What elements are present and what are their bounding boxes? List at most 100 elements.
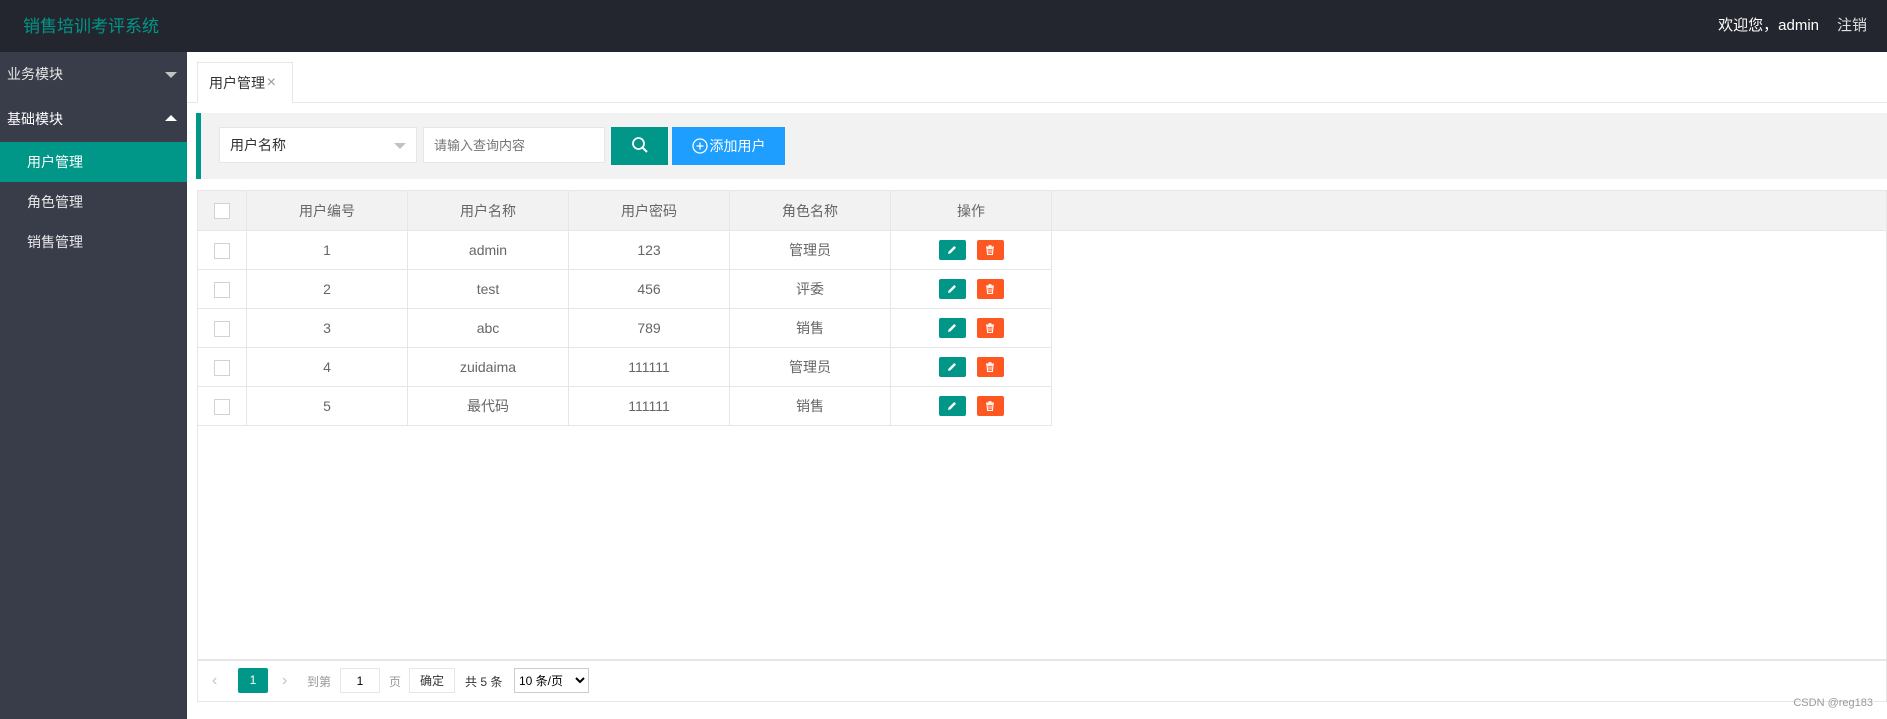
sidebar: 业务模块 基础模块 用户管理 角色管理 销售管理 — [0, 52, 187, 719]
chevron-left-icon[interactable]: ‹ — [212, 672, 217, 690]
table-row: 3 abc 789 销售 — [198, 308, 1052, 348]
tab-label: 用户管理 — [209, 75, 265, 91]
total-count: 共 5 条 — [465, 675, 503, 689]
watermark: CSDN @reg183 — [1793, 697, 1873, 709]
select-all-cell — [198, 191, 247, 231]
sidebar-group-label: 业务模块 — [7, 66, 63, 82]
cell-user-password: 789 — [568, 308, 730, 348]
table-row: 4 zuidaima 111111 管理员 — [198, 347, 1052, 387]
delete-button[interactable] — [976, 318, 1004, 338]
search-icon — [631, 136, 648, 153]
cell-actions — [890, 347, 1052, 387]
chevron-up-icon — [165, 115, 177, 121]
cell-user-id: 2 — [246, 269, 408, 309]
row-checkbox[interactable] — [214, 359, 230, 376]
sidebar-item-label: 销售管理 — [27, 234, 83, 250]
cell-user-name: test — [407, 269, 569, 309]
page-size-select[interactable]: 10 条/页 — [514, 668, 589, 693]
user-table: 用户编号 用户名称 用户密码 角色名称 操作 1 admin 123 管理员 2… — [197, 190, 1887, 660]
trash-icon — [986, 284, 994, 295]
cell-role-name: 销售 — [729, 386, 891, 426]
cell-role-name: 评委 — [729, 269, 891, 309]
cell-actions — [890, 269, 1052, 309]
cell-role-name: 管理员 — [729, 230, 891, 270]
sidebar-item-sales[interactable]: 销售管理 — [0, 222, 187, 262]
goto-page-input[interactable] — [340, 668, 380, 693]
cell-user-password: 111111 — [568, 386, 730, 426]
row-checkbox[interactable] — [214, 398, 230, 415]
trash-icon — [986, 323, 994, 334]
user-table-grid: 用户编号 用户名称 用户密码 角色名称 操作 1 admin 123 管理员 2… — [198, 191, 1052, 426]
tab-user-management[interactable]: 用户管理 × — [197, 62, 293, 103]
delete-button[interactable] — [976, 279, 1004, 299]
sidebar-group-basic[interactable]: 基础模块 — [0, 97, 187, 142]
delete-button[interactable] — [976, 357, 1004, 377]
row-checkbox[interactable] — [214, 281, 230, 298]
cell-user-id: 3 — [246, 308, 408, 348]
edit-icon — [948, 402, 956, 410]
trash-icon — [986, 362, 994, 373]
add-user-label: 添加用户 — [709, 138, 766, 154]
chevron-right-icon[interactable]: › — [282, 672, 287, 690]
cell-actions — [890, 308, 1052, 348]
column-header: 用户名称 — [407, 191, 569, 231]
table-header-row: 用户编号 用户名称 用户密码 角色名称 操作 — [198, 191, 1052, 231]
edit-button[interactable] — [938, 240, 966, 260]
cell-user-name: abc — [407, 308, 569, 348]
edit-button[interactable] — [938, 318, 966, 338]
trash-icon — [986, 401, 994, 412]
edit-button[interactable] — [938, 279, 966, 299]
column-header: 用户密码 — [568, 191, 730, 231]
cell-role-name: 销售 — [729, 308, 891, 348]
sidebar-item-users[interactable]: 用户管理 — [0, 142, 187, 182]
cell-user-password: 111111 — [568, 347, 730, 387]
sidebar-group-label: 基础模块 — [7, 111, 63, 127]
table-row: 2 test 456 评委 — [198, 269, 1052, 309]
add-user-button[interactable]: 添加用户 — [672, 127, 785, 165]
table-row: 5 最代码 111111 销售 — [198, 386, 1052, 426]
logout-link[interactable]: 注销 — [1837, 14, 1867, 35]
cell-user-password: 123 — [568, 230, 730, 270]
main-content: 用户管理 × 用户名称 添加用户 — [187, 52, 1887, 719]
edit-icon — [948, 285, 956, 293]
cell-user-id: 5 — [246, 386, 408, 426]
cell-user-name: 最代码 — [407, 386, 569, 426]
app-title: 销售培训考评系统 — [23, 17, 159, 36]
sidebar-item-label: 角色管理 — [27, 194, 83, 210]
search-toolbar: 用户名称 添加用户 — [196, 113, 1887, 179]
sidebar-item-roles[interactable]: 角色管理 — [0, 182, 187, 222]
search-field-select[interactable]: 用户名称 — [219, 127, 417, 163]
delete-button[interactable] — [976, 240, 1004, 260]
page-current[interactable]: 1 — [238, 668, 268, 693]
edit-icon — [948, 246, 956, 254]
chevron-down-icon — [394, 143, 406, 149]
close-icon[interactable]: × — [267, 63, 276, 103]
trash-icon — [986, 245, 994, 256]
column-header: 角色名称 — [729, 191, 891, 231]
pagination: ‹ 1 › 到第 页 确定 共 5 条 10 条/页 — [197, 660, 1887, 702]
column-header: 操作 — [890, 191, 1052, 231]
goto-confirm-button[interactable]: 确定 — [409, 668, 455, 693]
sidebar-group-business[interactable]: 业务模块 — [0, 52, 187, 97]
welcome-text: 欢迎您，admin — [1718, 17, 1819, 34]
row-checkbox[interactable] — [214, 242, 230, 259]
column-header: 用户编号 — [246, 191, 408, 231]
cell-user-name: admin — [407, 230, 569, 270]
cell-user-name: zuidaima — [407, 347, 569, 387]
search-input[interactable] — [423, 127, 605, 163]
cell-role-name: 管理员 — [729, 347, 891, 387]
cell-user-password: 456 — [568, 269, 730, 309]
goto-label: 到第 — [307, 675, 332, 689]
search-button[interactable] — [611, 127, 668, 165]
delete-button[interactable] — [976, 396, 1004, 416]
chevron-down-icon — [165, 72, 177, 78]
edit-button[interactable] — [938, 357, 966, 377]
cell-user-id: 1 — [246, 230, 408, 270]
edit-icon — [948, 324, 956, 332]
edit-button[interactable] — [938, 396, 966, 416]
cell-actions — [890, 386, 1052, 426]
select-all-checkbox[interactable] — [214, 203, 230, 220]
sidebar-item-label: 用户管理 — [27, 154, 83, 170]
select-value: 用户名称 — [230, 137, 286, 153]
row-checkbox[interactable] — [214, 320, 230, 337]
